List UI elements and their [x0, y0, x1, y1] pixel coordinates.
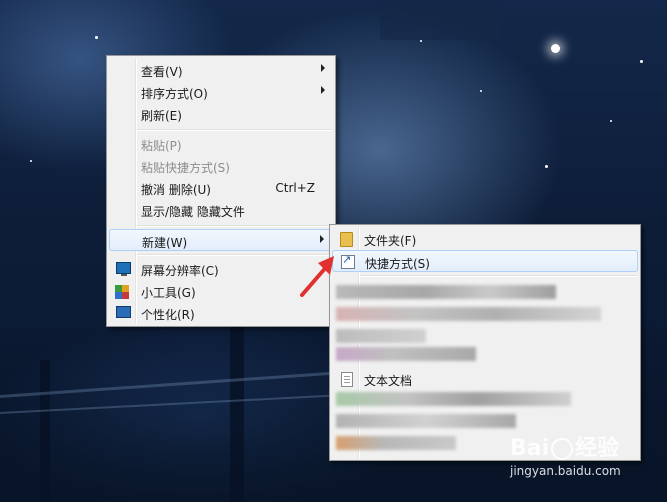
menu-item-paste[interactable]: 粘贴(P) [109, 133, 333, 155]
submenu-arrow-icon [321, 86, 325, 94]
star [30, 160, 32, 162]
moon-light [551, 44, 560, 53]
watermark-logo-right: 经验 [575, 436, 620, 461]
menu-item-label: 刷新(E) [141, 109, 182, 123]
star [420, 40, 422, 42]
menu-item-personalize[interactable]: 个性化(R) [109, 302, 333, 324]
menu-item-label: 排序方式(O) [141, 87, 208, 101]
monitor-icon [116, 262, 131, 276]
watermark-url: jingyan.baidu.com [510, 464, 621, 478]
menu-separator [360, 275, 638, 277]
watermark-logo-left: Bai [510, 436, 550, 461]
obscured-menu-item [336, 436, 456, 450]
menu-item-label: 粘贴快捷方式(S) [141, 161, 230, 175]
submenu-arrow-icon [321, 64, 325, 72]
menu-item-undo-delete[interactable]: 撤消 删除(U) Ctrl+Z [109, 177, 333, 199]
new-submenu: 文件夹(F) 快捷方式(S) 文本文档 [329, 224, 641, 461]
obscured-menu-item [336, 414, 516, 428]
star [545, 165, 548, 168]
submenu-item-shortcut[interactable]: 快捷方式(S) [332, 250, 638, 272]
submenu-item-folder[interactable]: 文件夹(F) [332, 228, 638, 250]
menu-item-label: 查看(V) [141, 65, 183, 79]
menu-item-label: 文件夹(F) [364, 234, 417, 248]
menu-item-label: 粘贴(P) [141, 139, 182, 153]
menu-item-show-hide-hidden-files[interactable]: 显示/隐藏 隐藏文件 [109, 199, 333, 221]
menu-separator [137, 129, 333, 131]
submenu-item-text-document[interactable]: 文本文档 [332, 368, 638, 390]
star [640, 60, 643, 63]
star [480, 90, 482, 92]
baidu-jingyan-watermark: Bai 经验 jingyan.baidu.com [510, 430, 621, 478]
menu-item-label: 小工具(G) [141, 286, 196, 300]
red-pointer-arrow-icon [300, 256, 334, 297]
obscured-menu-item [336, 347, 476, 361]
personalize-icon [116, 306, 131, 318]
obscured-menu-item [336, 307, 601, 321]
folder-icon [340, 232, 353, 247]
text-document-icon [341, 372, 353, 387]
structure-pillar [40, 360, 50, 502]
menu-item-label: 文本文档 [364, 374, 413, 388]
menu-item-view[interactable]: 查看(V) [109, 59, 333, 81]
submenu-arrow-icon [320, 235, 324, 243]
star [610, 120, 612, 122]
obscured-menu-item [336, 285, 556, 299]
menu-item-label: 新建(W) [142, 236, 188, 250]
star [95, 36, 98, 39]
menu-item-accelerator: Ctrl+Z [275, 181, 315, 195]
watermark-logo: Bai 经验 [510, 430, 621, 462]
ceiling-structure [380, 0, 500, 40]
obscured-menu-item [336, 329, 426, 343]
menu-item-new[interactable]: 新建(W) [109, 229, 333, 251]
menu-item-refresh[interactable]: 刷新(E) [109, 103, 333, 125]
menu-item-label: 屏幕分辨率(C) [141, 264, 219, 278]
menu-item-paste-shortcut[interactable]: 粘贴快捷方式(S) [109, 155, 333, 177]
menu-item-label: 个性化(R) [141, 308, 195, 322]
menu-item-label: 快捷方式(S) [365, 257, 430, 271]
obscured-menu-item [336, 392, 571, 406]
menu-item-label: 撤消 删除(U) [141, 183, 211, 197]
gadget-icon [115, 285, 122, 292]
menu-item-label: 显示/隐藏 隐藏文件 [141, 205, 245, 219]
shortcut-icon [341, 253, 355, 269]
menu-separator [137, 225, 333, 227]
paw-icon [551, 438, 574, 460]
menu-item-sort-by[interactable]: 排序方式(O) [109, 81, 333, 103]
